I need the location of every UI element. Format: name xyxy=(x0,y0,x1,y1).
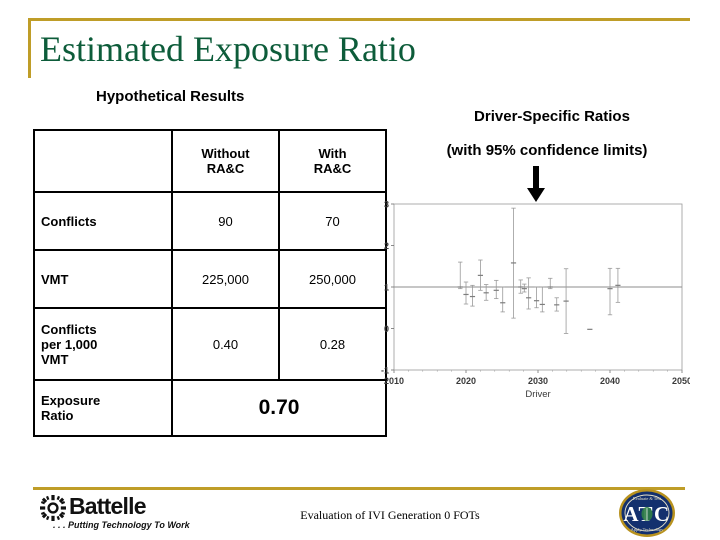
row-label-conflicts: Conflicts xyxy=(33,191,173,251)
chart-y-tick-label: -1 xyxy=(381,365,389,375)
row-label-line1: Conflicts xyxy=(41,321,97,337)
row-label-line2: Ratio xyxy=(41,408,74,423)
row-label-line1: Exposure xyxy=(41,393,101,408)
table-row: Conflicts 90 70 xyxy=(33,191,387,251)
cell-conflicts-per-vmt-without: 0.40 xyxy=(171,307,280,381)
battelle-logo: Battelle . . . Putting Technology To Wor… xyxy=(40,493,220,535)
row-label-conflicts-per-1000-vmt: Conflicts per 1,000 VMT xyxy=(33,307,173,381)
chart-y-tick-label: 1 xyxy=(384,282,389,292)
battelle-tagline: . . . Putting Technology To Work xyxy=(53,520,190,530)
cell-vmt-without: 225,000 xyxy=(171,249,280,309)
gold-top-rule xyxy=(28,18,690,21)
battelle-wordmark: Battelle xyxy=(69,493,146,519)
row-label-exposure-ratio: Exposure Ratio xyxy=(33,379,173,437)
chart-x-tick-label: 2040 xyxy=(600,376,620,386)
atc-top-text: Evaluate & Test xyxy=(633,496,662,501)
cell-vmt-with: 250,000 xyxy=(278,249,387,309)
chart-x-tick-label: 2020 xyxy=(456,376,476,386)
table-row: Conflicts per 1,000 VMT 0.40 0.28 xyxy=(33,307,387,381)
slide-root: Estimated Exposure Ratio Hypothetical Re… xyxy=(0,0,720,540)
gold-left-rule xyxy=(28,18,31,78)
row-label-line3: VMT xyxy=(41,351,69,367)
column-header-without-rac: Without RA&C xyxy=(171,129,280,193)
row-label-line2: per 1,000 xyxy=(41,336,98,352)
footer-caption: Evaluation of IVI Generation 0 FOTs xyxy=(300,508,480,522)
chart-x-tick-label: 2030 xyxy=(528,376,548,386)
page-title: Estimated Exposure Ratio xyxy=(40,29,416,69)
column-header-line1: Without xyxy=(201,146,250,161)
confidence-limits-subheading: (with 95% confidence limits) xyxy=(446,142,648,159)
hypothetical-results-heading: Hypothetical Results xyxy=(96,88,245,105)
cell-conflicts-per-vmt-with: 0.28 xyxy=(278,307,387,381)
driver-specific-ratios-chart: -1 0 1 2 3 2010 2020 2030 2040 2050 Driver xyxy=(372,196,690,404)
column-header-line2: RA&C xyxy=(313,161,352,176)
battelle-starburst-icon xyxy=(40,495,66,521)
table-row: VMT 225,000 250,000 xyxy=(33,249,387,309)
chart-canvas: -1 0 1 2 3 2010 2020 2030 2040 2050 Driver xyxy=(381,199,690,400)
hypothetical-results-table: Without RA&C With RA&C Conflicts 90 70 V… xyxy=(33,129,387,437)
chart-x-axis-label: Driver xyxy=(525,389,550,400)
chart-y-tick-label: 3 xyxy=(384,199,389,209)
cell-conflicts-without: 90 xyxy=(171,191,280,251)
cell-conflicts-with: 70 xyxy=(278,191,387,251)
atc-bottom-text: Apply Technology xyxy=(631,527,664,532)
chart-x-tick-label: 2010 xyxy=(384,376,404,386)
driver-specific-ratios-heading: Driver-Specific Ratios xyxy=(474,108,630,125)
column-header-with-rac: With RA&C xyxy=(278,129,387,193)
chart-x-tick-label: 2050 xyxy=(672,376,690,386)
table-corner-cell xyxy=(33,129,173,193)
gold-footer-rule xyxy=(33,487,685,490)
chart-y-tick-label: 0 xyxy=(384,324,389,334)
table-row-exposure-ratio: Exposure Ratio 0.70 xyxy=(33,379,387,437)
column-header-line2: RA&C xyxy=(206,161,245,176)
cell-exposure-ratio-value: 0.70 xyxy=(171,379,387,437)
table-header-row: Without RA&C With RA&C xyxy=(33,129,387,193)
chart-y-tick-label: 2 xyxy=(384,241,389,251)
row-label-vmt: VMT xyxy=(33,249,173,309)
column-header-line1: With xyxy=(318,146,347,161)
atc-logo: Evaluate & Test Apply Technology ATC xyxy=(619,489,675,537)
